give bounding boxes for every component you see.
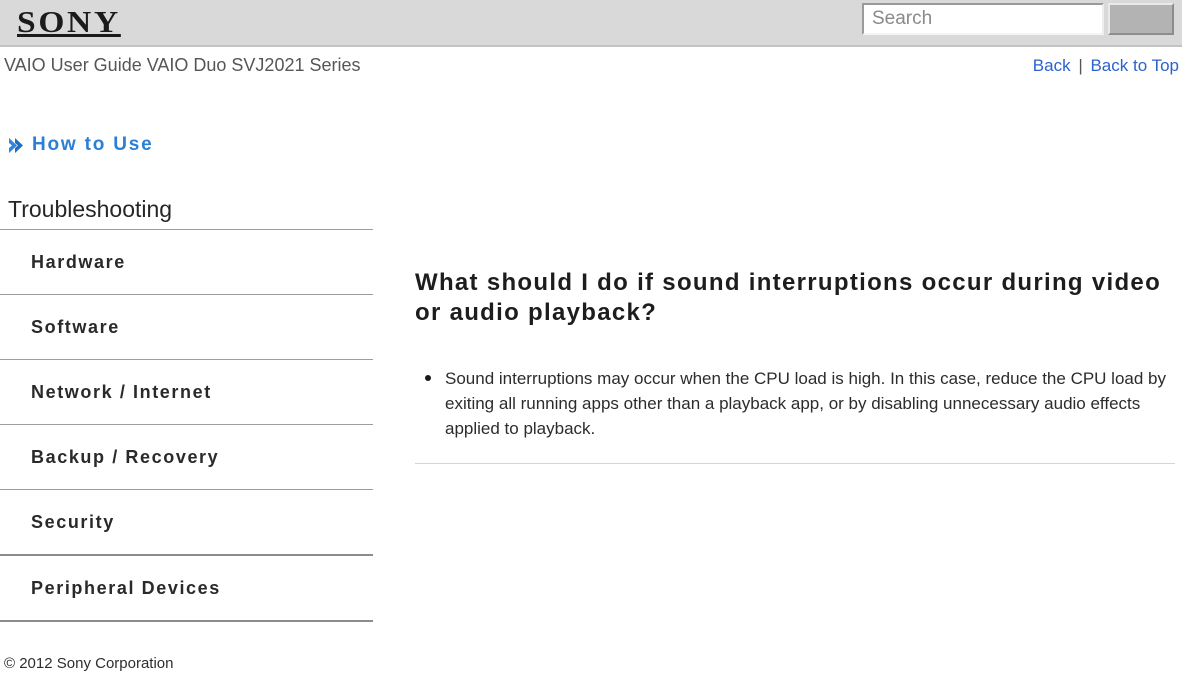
sidebar-item-label: Backup / Recovery <box>31 447 220 467</box>
content-heading: What should I do if sound interruptions … <box>415 269 1162 326</box>
top-nav-links: Back | Back to Top <box>1033 56 1179 76</box>
sidebar-item-label: Network / Internet <box>31 382 212 402</box>
link-separator: | <box>1078 56 1083 75</box>
footer-copyright: © 2012 Sony Corporation <box>4 655 174 672</box>
sidebar-item-how-to-use[interactable]: How to Use <box>0 134 373 156</box>
sidebar-item-label: Security <box>31 512 115 532</box>
sidebar-item-label: Peripheral Devices <box>31 578 221 598</box>
search-form <box>862 3 1174 35</box>
sidebar-item-hardware[interactable]: Hardware <box>0 230 373 295</box>
guide-title-row: VAIO User Guide VAIO Duo SVJ2021 Series … <box>0 47 1182 90</box>
main-content: What should I do if sound interruptions … <box>373 90 1182 464</box>
sidebar-item-software[interactable]: Software <box>0 295 373 360</box>
list-item: Sound interruptions may occur when the C… <box>425 366 1175 441</box>
sony-logo[interactable]: SONY <box>17 4 121 40</box>
sidebar-item-backup-recovery[interactable]: Backup / Recovery <box>0 425 373 490</box>
content-bullet-list: Sound interruptions may occur when the C… <box>415 366 1175 441</box>
sidebar-item-network-internet[interactable]: Network / Internet <box>0 360 373 425</box>
back-to-top-link[interactable]: Back to Top <box>1090 56 1179 75</box>
sidebar: How to Use Troubleshooting Hardware Soft… <box>0 90 373 622</box>
search-submit-button[interactable] <box>1108 3 1174 35</box>
sidebar-item-peripheral-devices[interactable]: Peripheral Devices <box>0 556 373 622</box>
search-input[interactable] <box>862 3 1104 35</box>
sidebar-item-label: Hardware <box>31 252 126 272</box>
brand-bar: SONY <box>0 0 1182 47</box>
sidebar-section-title: Troubleshooting <box>0 196 373 230</box>
sidebar-item-label: How to Use <box>32 134 154 155</box>
body-columns: How to Use Troubleshooting Hardware Soft… <box>0 90 1182 622</box>
back-link[interactable]: Back <box>1033 56 1071 75</box>
chevron-right-double-icon <box>9 137 23 153</box>
page-title: VAIO User Guide VAIO Duo SVJ2021 Series <box>4 55 361 75</box>
sidebar-item-label: Software <box>31 317 120 337</box>
sidebar-item-security[interactable]: Security <box>0 490 373 556</box>
content-divider <box>415 463 1175 464</box>
